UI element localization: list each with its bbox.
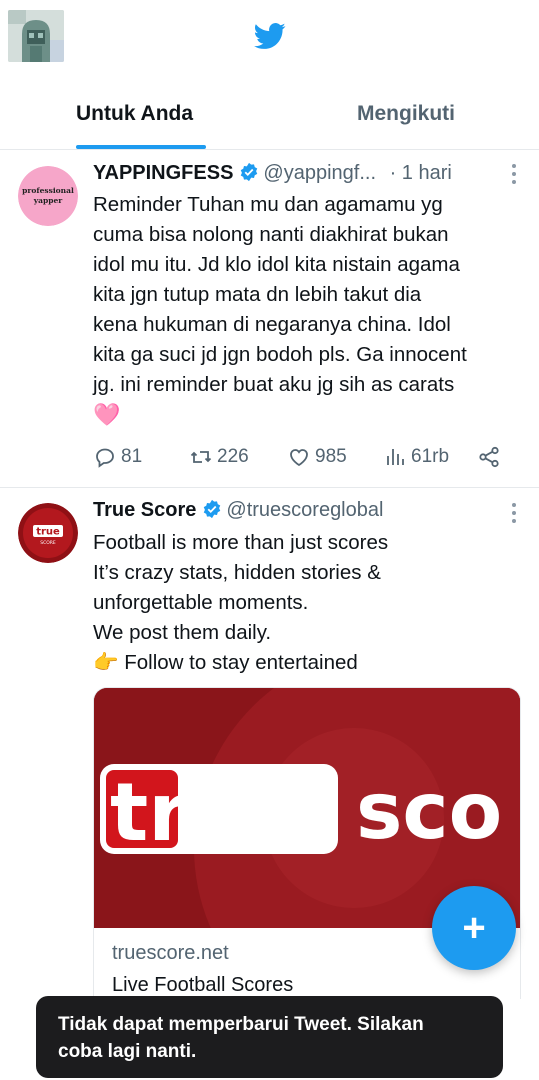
tweet-text-line: jg. ini reminder buat aku jg sih as cara… <box>93 373 455 396</box>
avatar-text-line2: SCORE <box>40 540 56 546</box>
profile-avatar[interactable] <box>8 10 64 62</box>
card-logo-boxed-word: true <box>110 766 299 859</box>
author-handle[interactable]: @yappingf... <box>263 162 376 184</box>
tweet-text: Reminder Tuhan mu dan agamamu yg cuma bi… <box>93 190 523 430</box>
tweet-text-line: kita jgn tutup mata dn lebih takut dia <box>93 283 422 306</box>
tweet-text-line: kena hukuman di negaranya china. Idol <box>93 313 451 336</box>
views-chart-icon <box>387 449 404 465</box>
tweet[interactable]: professional yapper YAPPINGFESS @yappingf… <box>0 150 539 488</box>
retweet-count: 226 <box>217 446 249 467</box>
tweet-timestamp[interactable]: · 1 hari <box>390 162 452 184</box>
timeline-tabs: Untuk Anda Mengikuti <box>0 88 539 150</box>
author-name[interactable]: YAPPINGFESS <box>93 162 233 184</box>
avatar-text-line1: true <box>36 527 60 538</box>
like-count: 985 <box>315 446 347 467</box>
retweet-icon <box>190 451 212 463</box>
tab-for-you[interactable]: Untuk Anda <box>76 102 193 126</box>
tweet-text-line: 👉 Follow to stay entertained <box>93 651 358 674</box>
like-button[interactable]: 985 <box>287 445 347 469</box>
reply-button[interactable]: 81 <box>93 445 142 469</box>
share-icon <box>479 446 499 468</box>
verified-badge-icon <box>241 162 258 182</box>
tweet-text-line: We post them daily. <box>93 621 272 644</box>
views-button[interactable]: 61rb <box>383 445 449 469</box>
profile-avatar-image <box>8 10 64 62</box>
tweet-text-line: kita ga suci jd jgn bodoh pls. Ga innoce… <box>93 343 467 366</box>
tweet-header: True Score @truescoreglobal <box>93 499 519 527</box>
tweet-text-line: It’s crazy stats, hidden stories & <box>93 561 381 584</box>
tweet-text-line: idol mu itu. Jd klo idol kita nistain ag… <box>93 253 460 276</box>
avatar-text-line2: yapper <box>33 196 63 205</box>
active-tab-indicator <box>76 145 206 149</box>
author-name[interactable]: True Score <box>93 499 196 521</box>
twitter-bird-icon[interactable] <box>252 20 288 52</box>
error-toast: Tidak dapat memperbarui Tweet. Silakan c… <box>36 996 503 1078</box>
views-count: 61rb <box>411 446 450 467</box>
reply-icon <box>96 448 114 468</box>
toast-message-line1: Tidak dapat memperbarui Tweet. Silakan <box>58 1014 424 1035</box>
avatar-text-line1: professional <box>22 186 74 195</box>
more-options-icon[interactable] <box>511 164 517 186</box>
heart-icon <box>290 449 308 467</box>
card-logo-rest-word: sco <box>356 767 502 857</box>
share-button[interactable] <box>477 445 501 469</box>
card-domain: truescore.net <box>112 942 229 964</box>
tweet-header: YAPPINGFESS @yappingf... · 1 hari <box>93 162 519 190</box>
compose-plus-icon: + <box>462 905 486 950</box>
tweet-author-avatar[interactable]: professional yapper <box>18 166 78 226</box>
tweet-text-line: Reminder Tuhan mu dan agamamu yg <box>93 193 443 216</box>
card-title: Live Football Scores <box>112 974 294 996</box>
toast-message-line2: coba lagi nanti. <box>58 1041 197 1062</box>
tweet-text-line: Football is more than just scores <box>93 531 389 554</box>
tweet-actions: 81 226 985 61rb <box>93 442 519 474</box>
tweet-text-line: cuma bisa nolong nanti diakhirat bukan <box>93 223 449 246</box>
tweet-author-avatar[interactable]: true SCORE <box>18 503 78 563</box>
verified-badge-icon <box>204 499 221 519</box>
tweet-text-line: unforgettable moments. <box>93 591 309 614</box>
reply-count: 81 <box>121 446 143 467</box>
top-bar <box>0 0 539 80</box>
tweet-text: Football is more than just scores It’s c… <box>93 528 523 678</box>
retweet-button[interactable]: 226 <box>189 445 249 469</box>
heart-emoji: 🩷 <box>93 402 121 427</box>
compose-tweet-button[interactable]: + <box>432 886 516 970</box>
more-options-icon[interactable] <box>511 503 517 525</box>
tab-following[interactable]: Mengikuti <box>357 102 455 126</box>
author-handle[interactable]: @truescoreglobal <box>226 499 383 521</box>
